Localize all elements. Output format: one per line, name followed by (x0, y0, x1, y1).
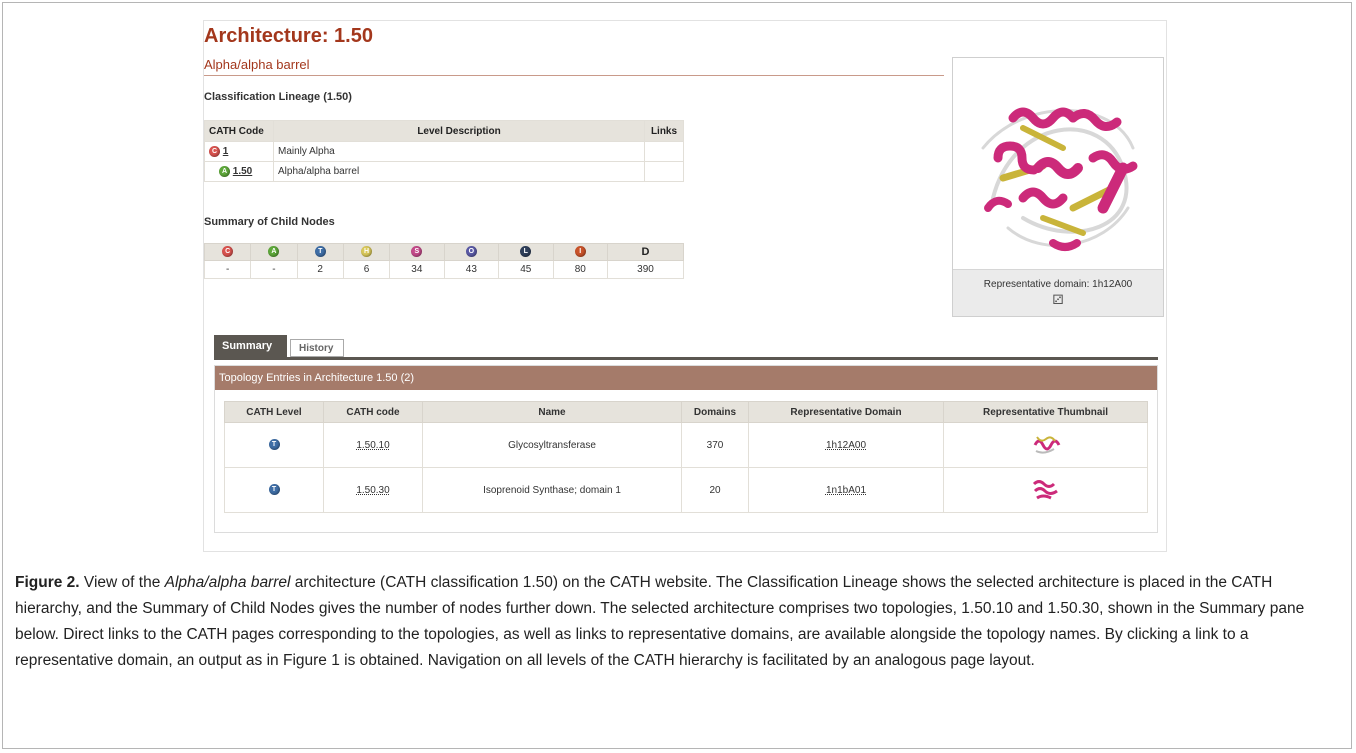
homology-level-icon: H (360, 246, 372, 258)
architecture-subtitle: Alpha/alpha barrel (204, 57, 310, 72)
level-cell: T (224, 422, 324, 468)
homology-level-header: H (342, 243, 391, 261)
domain-level-icon: D (641, 246, 650, 258)
subtitle-divider (204, 75, 944, 76)
topology-level-icon: T (268, 484, 280, 496)
thumbnail-cell (943, 422, 1148, 468)
representative-domain-label: Representative domain: 1h12A00 (983, 279, 1133, 290)
lineage-header-row: CATH Code Level Description Links (204, 120, 684, 142)
tab-underline (214, 357, 1158, 360)
domains-cell: 20 (681, 467, 749, 513)
col-representative-domain: Representative Domain (748, 401, 944, 423)
architecture-level-icon: A (268, 246, 280, 258)
tab-summary[interactable]: Summary (214, 335, 287, 357)
table-row: T 1.50.10 Glycosyltransferase 370 1h12A0… (224, 422, 1148, 468)
o-level-header: O (443, 243, 500, 261)
child-count: 390 (607, 260, 684, 279)
domain-level-header: D (607, 243, 684, 261)
lineage-code-link[interactable]: 1.50 (233, 166, 252, 177)
table-row: T 1.50.30 Isoprenoid Synthase; domain 1 … (224, 467, 1148, 513)
name-cell: Glycosyltransferase (422, 422, 682, 468)
representative-thumbnail[interactable] (1031, 431, 1061, 457)
lineage-code-cell: A 1.50 (204, 161, 274, 182)
caption-emphasis: Alpha/alpha barrel (164, 574, 291, 591)
cath-code-link[interactable]: 1.50.30 (356, 485, 389, 496)
child-count: 6 (342, 260, 391, 279)
caption-text-1: View of the (83, 574, 161, 591)
lineage-heading: Classification Lineage (1.50) (204, 91, 352, 103)
child-nodes-heading: Summary of Child Nodes (204, 216, 335, 228)
lineage-code-cell: C 1 (204, 141, 274, 162)
child-count: 43 (443, 260, 500, 279)
molecule-icon[interactable]: ⚂ (953, 292, 1163, 308)
i-level-header: I (552, 243, 609, 261)
col-cath-code: CATH code (323, 401, 423, 423)
l-level-header: L (498, 243, 554, 261)
figure-label: Figure 2. (15, 574, 80, 591)
lineage-description-link[interactable]: Alpha/alpha barrel (278, 166, 359, 177)
lineage-links-cell (644, 161, 684, 182)
s-level-icon: S (411, 246, 423, 258)
tab-history[interactable]: History (290, 339, 344, 357)
child-nodes-header-row: C A T H S O L I D (203, 243, 684, 261)
class-level-icon: C (222, 246, 234, 258)
domains-cell: 370 (681, 422, 749, 468)
protein-structure-image[interactable] (953, 58, 1163, 270)
representative-domain-link[interactable]: 1h12A00 (826, 440, 866, 451)
architecture-level-icon: A (219, 165, 230, 177)
col-cath-level: CATH Level (224, 401, 324, 423)
representative-domain-link[interactable]: 1n1bA01 (826, 485, 866, 496)
class-level-icon: C (209, 145, 220, 157)
topology-level-icon: T (314, 246, 326, 258)
child-count: - (250, 260, 298, 279)
rep-domain-cell: 1h12A00 (748, 422, 944, 468)
lineage-row: C 1 Mainly Alpha (204, 141, 684, 162)
representative-thumbnail[interactable] (1031, 476, 1061, 502)
col-representative-thumbnail: Representative Thumbnail (943, 401, 1148, 423)
topology-level-header: T (296, 243, 344, 261)
child-count: 34 (389, 260, 445, 279)
representative-domain-footer: Representative domain: 1h12A00 ⚂ (953, 269, 1163, 316)
lineage-table: CATH Code Level Description Links C 1 Ma… (204, 120, 684, 182)
code-cell: 1.50.30 (323, 467, 423, 513)
topology-level-icon: T (268, 439, 280, 451)
lineage-links-cell (644, 141, 684, 162)
child-count: 45 (498, 260, 554, 279)
lineage-description-cell: Alpha/alpha barrel (273, 161, 645, 182)
thumbnail-cell (943, 467, 1148, 513)
child-nodes-table: C A T H S O L I D - - 2 6 34 43 45 80 39… (203, 243, 684, 279)
child-count: - (203, 260, 252, 279)
o-level-icon: O (465, 246, 477, 258)
figure-caption: Figure 2. View of the Alpha/alpha barrel… (15, 570, 1335, 674)
architecture-level-header: A (250, 243, 298, 261)
level-cell: T (224, 467, 324, 513)
cath-code-link[interactable]: 1.50.10 (356, 440, 389, 451)
topology-header-row: CATH Level CATH code Name Domains Repres… (224, 401, 1148, 423)
lineage-header-links: Links (644, 120, 684, 142)
s-level-header: S (389, 243, 445, 261)
child-count: 2 (296, 260, 344, 279)
architecture-title: Architecture: 1.50 (204, 25, 373, 47)
code-cell: 1.50.10 (323, 422, 423, 468)
name-cell: Isoprenoid Synthase; domain 1 (422, 467, 682, 513)
lineage-header-code: CATH Code (204, 120, 274, 142)
lineage-row: A 1.50 Alpha/alpha barrel (204, 161, 684, 182)
lineage-description-link[interactable]: Mainly Alpha (278, 146, 335, 157)
rep-domain-cell: 1n1bA01 (748, 467, 944, 513)
lineage-code-link[interactable]: 1 (223, 146, 229, 157)
cath-page-screenshot: Architecture: 1.50 Alpha/alpha barrel Cl… (203, 20, 1167, 552)
col-domains: Domains (681, 401, 749, 423)
child-count: 80 (552, 260, 609, 279)
representative-domain-panel: Representative domain: 1h12A00 ⚂ (952, 57, 1164, 317)
l-level-icon: L (520, 246, 532, 258)
topology-entries-heading: Topology Entries in Architecture 1.50 (2… (215, 366, 1157, 390)
class-level-header: C (203, 243, 252, 261)
topology-table: CATH Level CATH code Name Domains Repres… (224, 401, 1148, 513)
lineage-header-description: Level Description (273, 120, 645, 142)
i-level-icon: I (574, 246, 586, 258)
col-name: Name (422, 401, 682, 423)
lineage-description-cell: Mainly Alpha (273, 141, 645, 162)
child-nodes-count-row: - - 2 6 34 43 45 80 390 (203, 260, 684, 279)
summary-panel: Topology Entries in Architecture 1.50 (2… (214, 365, 1158, 533)
